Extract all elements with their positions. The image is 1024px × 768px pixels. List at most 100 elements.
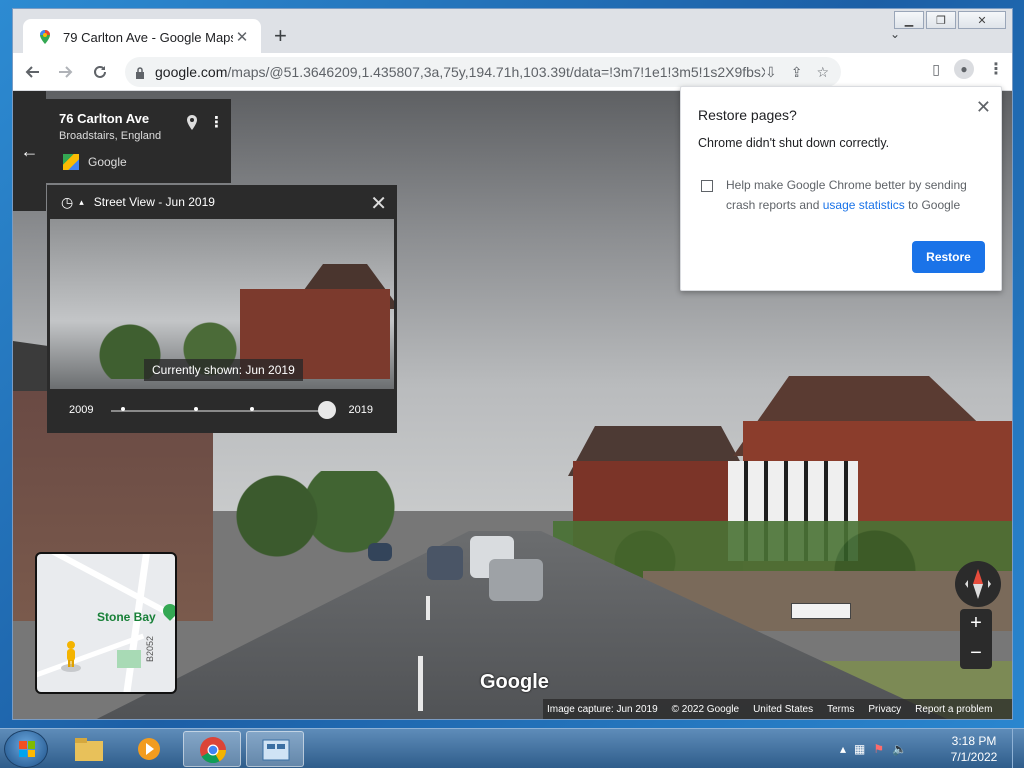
caret-up-icon[interactable]: ▴: [79, 197, 84, 208]
dialog-title: Restore pages?: [698, 107, 797, 123]
history-thumbnail[interactable]: Currently shown: Jun 2019: [50, 219, 394, 389]
street-view-history-panel: ◷ ▴ Street View - Jun 2019 ✕ Currently s…: [47, 185, 397, 433]
usage-statistics-link[interactable]: usage statistics: [823, 198, 905, 212]
network-icon[interactable]: ▦: [854, 742, 865, 756]
back-arrow-button[interactable]: ←: [13, 91, 46, 211]
lock-icon[interactable]: [135, 66, 145, 79]
maps-pin-icon: [37, 29, 53, 45]
timeline-slider[interactable]: 2009 2019: [47, 389, 397, 433]
compass-icon[interactable]: [955, 561, 1001, 607]
year-start-label: 2009: [69, 404, 94, 416]
tab-search-icon[interactable]: ⌄: [890, 27, 900, 41]
tab-strip: 79 Carlton Ave - Google Maps ✕ + ⌄ ▁ ❐ ✕: [13, 9, 1012, 55]
restore-button[interactable]: ❐: [926, 11, 956, 29]
chrome-window: 79 Carlton Ave - Google Maps ✕ + ⌄ ▁ ❐ ✕…: [12, 8, 1013, 720]
privacy-link[interactable]: Privacy: [868, 704, 901, 715]
slider-tick[interactable]: [250, 407, 254, 411]
lane-marking: [418, 656, 423, 711]
install-icon[interactable]: ⇩: [765, 64, 777, 81]
url-text: google.com/maps/@51.3646209,1.435807,3a,…: [155, 64, 765, 80]
minimize-button[interactable]: ▁: [894, 11, 924, 29]
minimap[interactable]: Stone Bay B2052: [35, 552, 177, 694]
more-options-icon[interactable]: ⋮: [209, 113, 224, 131]
lane-marking: [426, 596, 430, 620]
taskbar: ▴ ▦ ⚑ 🔈 3:18 PM 7/1/2022: [0, 728, 1024, 768]
checkbox-label: Help make Google Chrome better by sendin…: [726, 175, 986, 215]
terms-link[interactable]: Terms: [827, 704, 854, 715]
bookmark-star-icon[interactable]: ☆: [816, 64, 829, 81]
history-title: Street View - Jun 2019: [93, 195, 215, 209]
clock-date: 7/1/2022: [950, 750, 998, 764]
tab-google-maps[interactable]: 79 Carlton Ave - Google Maps ✕: [23, 19, 261, 55]
system-tray: ▴ ▦ ⚑ 🔈: [840, 729, 907, 768]
currently-shown-label: Currently shown: Jun 2019: [144, 359, 303, 381]
profile-avatar-icon[interactable]: ●: [954, 59, 974, 79]
forward-arrow-icon[interactable]: [51, 57, 81, 87]
volume-icon[interactable]: 🔈: [892, 742, 907, 756]
control-panel-icon: [262, 739, 290, 761]
reload-icon[interactable]: [85, 57, 115, 87]
minimap-park: [117, 650, 141, 668]
copyright-label: © 2022 Google: [671, 703, 740, 715]
new-tab-button[interactable]: +: [274, 25, 287, 47]
taskbar-clock[interactable]: 3:18 PM 7/1/2022: [944, 733, 1004, 765]
restore-button[interactable]: Restore: [912, 241, 985, 273]
google-maps-logo-icon: [63, 154, 79, 170]
share-icon[interactable]: ⇪: [791, 64, 803, 81]
start-button[interactable]: [4, 730, 48, 768]
close-window-button[interactable]: ✕: [958, 11, 1006, 29]
location-pin-icon[interactable]: [186, 115, 198, 135]
car: [427, 546, 463, 580]
zoom-in-button[interactable]: +: [960, 609, 992, 639]
history-header: ◷ ▴ Street View - Jun 2019: [47, 185, 397, 219]
car: [368, 543, 392, 561]
windows-logo-icon: [19, 741, 35, 757]
year-end-label: 2019: [348, 404, 373, 416]
pegman-icon[interactable]: [61, 640, 81, 672]
close-icon[interactable]: ✕: [370, 191, 387, 216]
report-problem-link[interactable]: Report a problem: [915, 704, 992, 715]
taskbar-control-panel[interactable]: [246, 731, 304, 767]
show-hidden-icons-icon[interactable]: ▴: [840, 742, 846, 756]
slider-tick[interactable]: [121, 407, 125, 411]
address-bar[interactable]: google.com/maps/@51.3646209,1.435807,3a,…: [125, 57, 841, 87]
chrome-icon: [200, 737, 227, 764]
clock-time: 3:18 PM: [951, 734, 997, 748]
taskbar-media-player[interactable]: [120, 731, 178, 767]
place-subtitle: Broadstairs, England: [59, 130, 162, 142]
tab-close-icon[interactable]: ✕: [233, 28, 251, 46]
street-sign: [791, 603, 851, 619]
back-arrow-icon[interactable]: [17, 57, 47, 87]
dialog-message: Chrome didn't shut down correctly.: [698, 136, 890, 150]
car: [489, 559, 543, 601]
tab-title: 79 Carlton Ave - Google Maps: [63, 29, 233, 45]
action-center-flag-icon[interactable]: ⚑: [873, 742, 884, 756]
google-watermark: Google: [480, 671, 549, 693]
taskbar-chrome[interactable]: [183, 731, 241, 767]
close-icon[interactable]: ✕: [976, 97, 991, 118]
window-controls: ▁ ❐ ✕: [894, 11, 1006, 29]
image-capture-label: Image capture: Jun 2019: [547, 703, 658, 715]
url-path: /maps/@51.3646209,1.435807,3a,75y,194.71…: [227, 64, 765, 80]
side-panel-icon[interactable]: ▯: [932, 61, 940, 78]
slider-tick[interactable]: [194, 407, 198, 411]
zoom-control: + −: [960, 609, 992, 669]
menu-kebab-icon[interactable]: ⋮: [988, 59, 1004, 79]
zoom-out-button[interactable]: −: [960, 639, 992, 669]
url-host: google.com: [155, 64, 228, 80]
taskbar-explorer[interactable]: [60, 731, 118, 767]
restore-pages-dialog: Restore pages? ✕ Chrome didn't shut down…: [680, 86, 1002, 291]
place-card: 76 Carlton Ave Broadstairs, England ⋮ Go…: [46, 99, 231, 183]
slider-track[interactable]: [111, 410, 327, 412]
show-desktop-button[interactable]: [1012, 729, 1024, 768]
region-link[interactable]: United States: [753, 704, 813, 715]
checkbox-suffix: to Google: [904, 198, 961, 212]
slider-knob[interactable]: [318, 401, 336, 419]
place-title[interactable]: 76 Carlton Ave: [59, 111, 149, 126]
minimap-place-label: Stone Bay: [97, 610, 156, 624]
omnibox-icons: ⇩ ⇪ ☆: [765, 64, 829, 81]
source-label: Google: [88, 155, 127, 169]
folder-icon: [75, 738, 103, 761]
crash-report-checkbox[interactable]: [701, 180, 713, 192]
history-clock-icon[interactable]: ◷: [61, 194, 73, 211]
